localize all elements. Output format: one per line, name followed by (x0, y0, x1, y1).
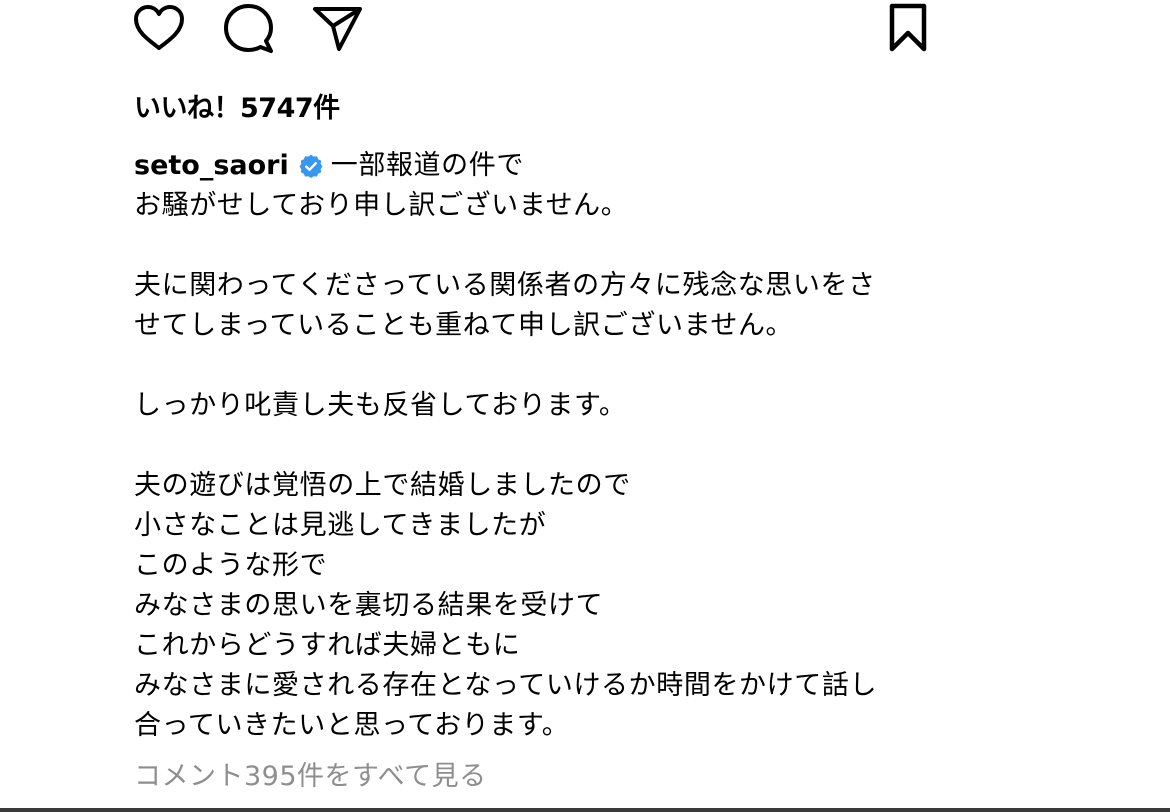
caption-line: 夫の遊びは覚悟の上で結婚しましたので (134, 470, 631, 501)
caption-line: 合っていきたいと思っております。 (134, 710, 570, 741)
caption-first-line: seto_saori 一部報道の件で (134, 146, 1094, 186)
caption-line: お騒がせしており申し訳ございません。 (134, 190, 629, 221)
caption-line: せてしまっていることも重ねて申し訳ございません。 (134, 310, 794, 341)
caption-body: お騒がせしており申し訳ございません。夫に関わってくださっている関係者の方々に残念… (134, 186, 1094, 746)
caption-line: みなさまの思いを裏切る結果を受けて (134, 590, 604, 621)
comment-icon (222, 2, 274, 54)
share-button[interactable] (311, 2, 363, 54)
verified-badge-icon (299, 154, 323, 178)
caption-line: このような形で (134, 550, 328, 581)
caption-text: 一部報道の件で (330, 150, 524, 181)
post-caption: seto_saori 一部報道の件で お騒がせしており申し訳ございません。夫に関… (134, 146, 1094, 746)
bookmark-icon (886, 3, 930, 53)
username[interactable]: seto_saori (134, 146, 289, 186)
paper-plane-icon (311, 4, 363, 52)
save-button[interactable] (882, 2, 934, 54)
caption-line: みなさまに愛される存在となっていけるか時間をかけて話し (134, 670, 878, 701)
likes-count[interactable]: いいね！5747件 (134, 91, 340, 127)
heart-icon (133, 4, 185, 52)
caption-line: これからどうすれば夫婦ともに (134, 630, 521, 661)
caption-line: 小さなことは見逃してきましたが (134, 510, 547, 541)
post-action-bar (0, 0, 1170, 60)
divider (0, 808, 1170, 812)
like-button[interactable] (133, 2, 185, 54)
view-all-comments-link[interactable]: コメント395件をすべて見る (134, 757, 487, 797)
caption-line: 夫に関わってくださっている関係者の方々に残念な思いをさ (134, 270, 876, 301)
instagram-post: いいね！5747件 seto_saori 一部報道の件で お騒がせしており申し訳… (0, 0, 1170, 812)
caption-line: しっかり叱責し夫も反省しております。 (134, 390, 627, 421)
comment-button[interactable] (222, 2, 274, 54)
